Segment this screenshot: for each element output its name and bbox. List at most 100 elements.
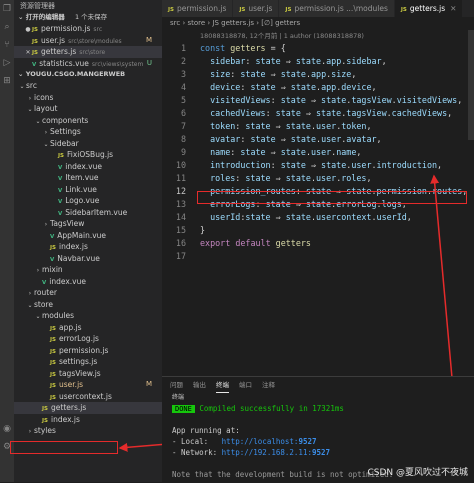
compiled-text: Compiled successfully in 17321ms <box>194 404 344 413</box>
tree-folder[interactable]: ⌄src <box>14 80 162 92</box>
open-editor-item[interactable]: ✕JS getters.js src\store <box>14 46 162 58</box>
tree-label: Item.vue <box>65 173 99 182</box>
code-token: ⇒ <box>305 95 322 105</box>
panel-tab[interactable]: 输出 <box>193 377 206 393</box>
code-token: state <box>321 95 347 105</box>
search-icon[interactable]: ⌕ <box>0 18 14 36</box>
tree-label: router <box>34 288 57 297</box>
tree-file[interactable]: JS errorLog.js <box>14 333 162 345</box>
panel-tab[interactable]: 问题 <box>170 377 183 393</box>
tree-folder[interactable]: ⌄store <box>14 299 162 311</box>
tree-folder[interactable]: › styles <box>14 425 162 437</box>
open-editor-item[interactable]: JS user.js src\store\modules M <box>14 35 162 47</box>
terminal-line-running: App running at: <box>172 426 240 435</box>
code-token: : <box>270 160 281 170</box>
tree-label: index.js <box>51 414 80 424</box>
tree-folder[interactable]: › mixin <box>14 264 162 276</box>
tree-file[interactable]: V Navbar.vue <box>14 253 162 265</box>
extensions-icon[interactable]: ⊞ <box>0 72 14 90</box>
source-control-icon[interactable]: ⑂ <box>0 36 14 54</box>
code-highlight-box <box>197 191 467 204</box>
line-number: 3 <box>180 69 186 79</box>
tree-file[interactable]: V Link.vue <box>14 184 162 196</box>
tree-folder[interactable]: ⌄Sidebar <box>14 138 162 150</box>
tree-folder[interactable]: ⌄components <box>14 115 162 127</box>
tab-label: getters.js <box>409 4 446 13</box>
code-line: 15} <box>162 224 474 237</box>
line-number: 6 <box>180 108 186 118</box>
code-token: , <box>371 82 377 92</box>
local-url[interactable]: http://localhost: <box>222 437 299 446</box>
code-line: 9 name: state ⇒ state.user.name, <box>162 146 474 159</box>
run-debug-icon[interactable]: ▷ <box>0 54 14 72</box>
local-port[interactable]: 9527 <box>298 437 316 446</box>
tree-file[interactable]: JS index.js <box>14 241 162 253</box>
tree-folder[interactable]: › Settings <box>14 126 162 138</box>
tab-label: permission.js <box>177 4 227 13</box>
tree-file[interactable]: Vindex.vue <box>14 276 162 288</box>
code-token: name <box>336 147 357 157</box>
code-token: user <box>351 160 372 170</box>
code-line: 5 visitedViews: state ⇒ state.tagsView.v… <box>162 94 474 107</box>
tree-file[interactable]: V SidebarItem.vue <box>14 207 162 219</box>
editor-tab[interactable]: JS user.js <box>233 0 280 17</box>
code-editor[interactable]: 18088318878, 12个月前 | 1 author (180883188… <box>162 30 474 370</box>
tree-file[interactable]: V AppMain.vue <box>14 230 162 242</box>
tree-label: usercontext.js <box>59 391 112 401</box>
terminal-line-compiled: DONE Compiled successfully in 17321ms <box>172 403 474 414</box>
code-token: : <box>240 82 251 92</box>
code-token: roles <box>341 173 367 183</box>
account-icon[interactable]: ◉ <box>0 420 14 438</box>
line-number: 11 <box>175 173 186 183</box>
code-token: : <box>265 108 276 118</box>
tree-label: tagsView.js <box>59 368 101 378</box>
panel-tab[interactable]: 注释 <box>262 377 275 393</box>
code-token: , <box>457 95 463 105</box>
editor-tab[interactable]: JS permission.js <box>162 0 234 17</box>
editor-tab[interactable]: JS getters.js ✕ <box>394 0 464 17</box>
network-port[interactable]: 9527 <box>312 448 330 457</box>
panel-tab[interactable]: 终端 <box>216 377 229 393</box>
workspace-label: YOUGU.CSGO.MANGERWEB <box>25 70 126 78</box>
code-token: state <box>285 212 311 222</box>
tree-folder[interactable]: ⌄layout <box>14 103 162 115</box>
code-token: state <box>316 108 342 118</box>
tree-file[interactable]: Vindex.vue <box>14 161 162 173</box>
tree-file[interactable]: V Item.vue <box>14 172 162 184</box>
panel-tab[interactable]: 端口 <box>239 377 252 393</box>
tree-file[interactable]: V Logo.vue <box>14 195 162 207</box>
line-number: 12 <box>175 186 186 196</box>
code-token: ⇒ <box>270 173 286 183</box>
tree-file[interactable]: JS user.js M <box>14 379 162 391</box>
tree-folder[interactable]: › router <box>14 287 162 299</box>
tree-label: FixiOSBug.js <box>67 150 114 159</box>
tree-label: permission.js <box>59 345 109 355</box>
close-icon[interactable]: ✕ <box>450 4 456 13</box>
local-label: - Local: <box>172 437 222 446</box>
open-editor-item[interactable]: ●JS permission.js src <box>14 23 162 35</box>
tree-folder[interactable]: ⌄modules <box>14 310 162 322</box>
files-icon[interactable]: ❐ <box>0 0 14 18</box>
open-editor-item[interactable]: Vstatistics.vue src\views\system U <box>14 58 162 70</box>
code-token: cachedViews <box>391 108 448 118</box>
tree-file[interactable]: JS tagsView.js <box>14 368 162 380</box>
tree-file[interactable]: JS app.js <box>14 322 162 334</box>
tree-file[interactable]: JS index.js <box>14 414 162 426</box>
tree-folder[interactable]: › TagsView <box>14 218 162 230</box>
tree-folder[interactable]: › icons <box>14 92 162 104</box>
network-url[interactable]: http://192.168.2.11: <box>222 448 312 457</box>
code-token: device <box>200 82 241 92</box>
tree-file[interactable]: JS settings.js <box>14 356 162 368</box>
code-line: 14 userId:state ⇒ state.usercontext.user… <box>162 211 474 224</box>
tree-file[interactable]: JS usercontext.js <box>14 391 162 403</box>
tree-label: index.js <box>59 242 88 251</box>
open-editors-header[interactable]: ⌄ 打开的编辑器 1 个未保存 <box>14 12 162 23</box>
tree-file[interactable]: JS getters.js <box>14 402 162 414</box>
tree-file[interactable]: JS FixiOSBug.js <box>14 149 162 161</box>
line-number: 1 <box>180 43 186 53</box>
editor-scrollbar[interactable] <box>468 30 474 140</box>
code-token: ⇒ <box>270 121 286 131</box>
editor-tab[interactable]: JS permission.js ...\modules <box>279 0 395 17</box>
tree-file[interactable]: JS permission.js <box>14 345 162 357</box>
breadcrumb[interactable]: src › store › JS getters.js › [∅] getter… <box>162 17 474 30</box>
